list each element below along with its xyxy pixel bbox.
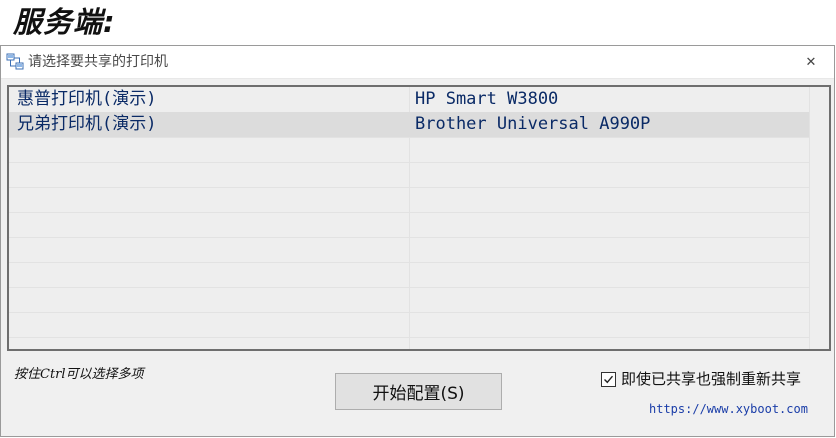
row-divider: [9, 312, 809, 313]
website-link[interactable]: https://www.xyboot.com: [649, 401, 808, 417]
row-divider: [9, 137, 809, 138]
column-divider: [809, 87, 810, 349]
start-config-button[interactable]: 开始配置(S): [335, 373, 502, 410]
row-divider: [9, 212, 809, 213]
close-icon: ✕: [805, 54, 817, 70]
force-share-checkbox[interactable]: [601, 371, 616, 387]
close-button[interactable]: ✕: [788, 46, 834, 78]
printer-model: Brother Universal A990P: [415, 114, 651, 134]
force-share-label: 即使已共享也强制重新共享: [621, 370, 802, 388]
printer-name: 兄弟打印机(演示): [17, 114, 157, 134]
dialog-titlebar: 请选择要共享的打印机 ✕: [1, 46, 834, 79]
printer-row[interactable]: 兄弟打印机(演示) Brother Universal A990P: [9, 112, 809, 137]
printer-model: HP Smart W3800: [415, 89, 559, 109]
printer-network-icon: [6, 53, 24, 71]
page-heading: 服务端:: [13, 5, 116, 39]
printer-name: 惠普打印机(演示): [17, 89, 157, 109]
dialog-title: 请选择要共享的打印机: [28, 54, 168, 70]
row-divider: [9, 287, 809, 288]
printer-share-dialog: 请选择要共享的打印机 ✕ 惠普打印机(演示) HP Smart W3800 兄弟…: [0, 45, 835, 437]
multi-select-hint: 按住Ctrl可以选择多项: [14, 367, 144, 382]
checkmark-icon: [604, 375, 614, 383]
row-divider: [9, 162, 809, 163]
row-divider: [9, 337, 809, 338]
row-divider: [9, 187, 809, 188]
row-divider: [9, 262, 809, 263]
printer-row[interactable]: 惠普打印机(演示) HP Smart W3800: [9, 87, 809, 112]
row-divider: [9, 237, 809, 238]
force-share-option[interactable]: 即使已共享也强制重新共享: [601, 369, 801, 389]
printer-list[interactable]: 惠普打印机(演示) HP Smart W3800 兄弟打印机(演示) Broth…: [7, 85, 831, 351]
